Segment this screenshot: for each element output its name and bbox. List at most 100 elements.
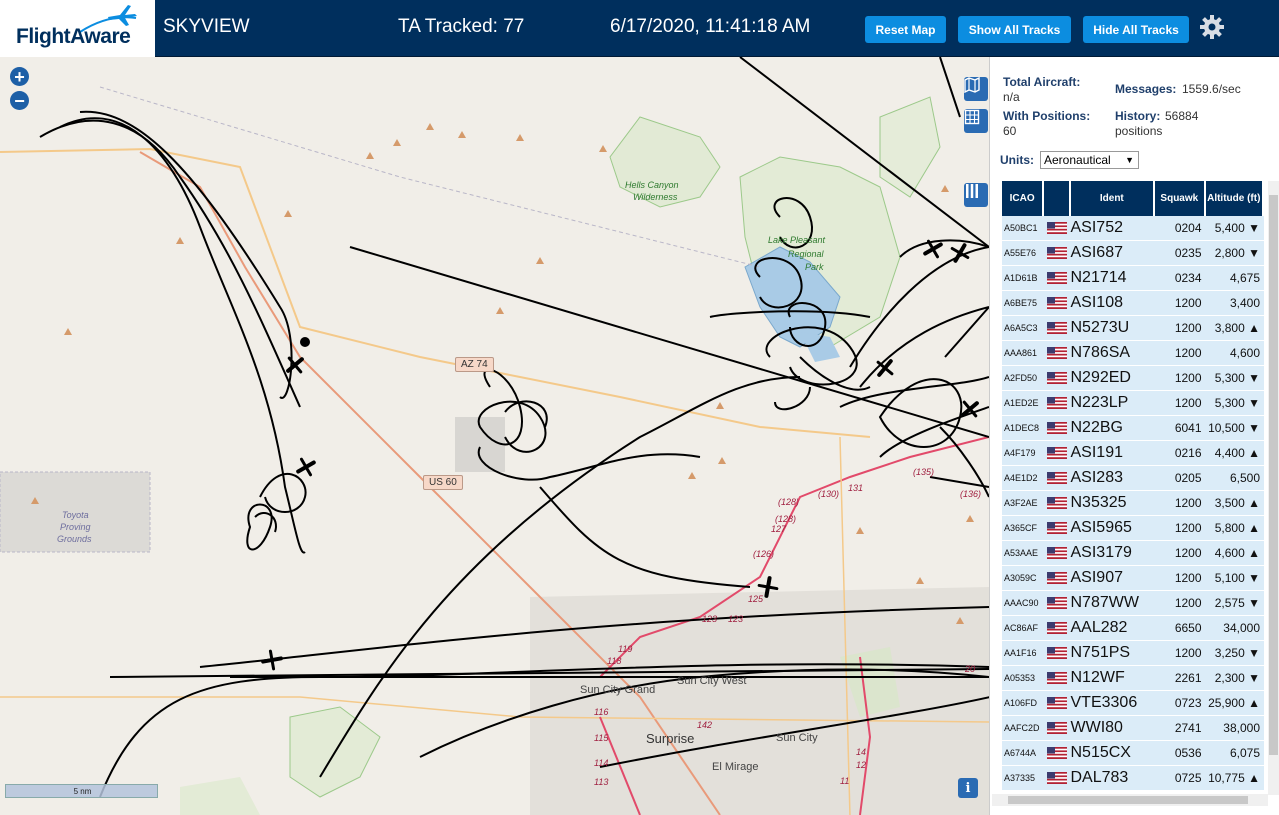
table-row[interactable]: A2FD50 N292ED 1200 5,300 ▼ [1002,366,1264,391]
map-grid-button[interactable] [964,109,988,133]
flag-cell [1044,491,1071,516]
table-row[interactable]: AAFC2D WWI80 2741 38,000 [1002,716,1264,741]
altitude-cell: 25,900 ▲ [1205,691,1264,716]
zoom-out-button[interactable]: − [10,91,29,110]
scrollbar-thumb[interactable] [1269,195,1278,755]
squawk-cell: 0235 [1155,241,1206,266]
column-toggle-button[interactable] [964,183,988,207]
flag-cell [1044,516,1071,541]
us-flag-icon [1047,396,1068,409]
flag-cell [1044,541,1071,566]
us-flag-icon [1047,596,1068,609]
table-row[interactable]: A4E1D2 ASI283 0205 6,500 [1002,466,1264,491]
flag-cell [1044,616,1071,641]
road-number: (126) [753,549,775,559]
logo-plane-icon [108,5,137,26]
flag-cell [1044,291,1071,316]
aircraft-panel: Total Aircraft: n/a Messages: 1559.6/sec… [989,57,1279,815]
altitude-cell: 10,500 ▼ [1205,416,1264,441]
table-row[interactable]: AAA861 N786SA 1200 4,600 [1002,341,1264,366]
aircraft-table-container[interactable]: ICAO Ident Squawk Altitude (ft) A50BC1 AS… [1002,181,1266,795]
total-aircraft-label: Total Aircraft: [1003,75,1081,89]
altitude-cell: 5,800 ▲ [1205,516,1264,541]
table-row[interactable]: A1ED2E N223LP 1200 5,300 ▼ [1002,391,1264,416]
us-flag-icon [1047,496,1068,509]
us-flag-icon [1047,671,1068,684]
altitude-cell: 4,600 ▲ [1205,541,1264,566]
show-all-tracks-button[interactable]: Show All Tracks [958,16,1071,43]
col-header-icao[interactable]: ICAO [1002,181,1045,216]
map-view[interactable]: Hells Canyon Wilderness Lake Pleasant Re… [0,57,989,815]
map-canvas[interactable] [0,57,989,815]
gear-icon[interactable] [1199,14,1225,40]
table-row[interactable]: A6A5C3 N5273U 1200 3,800 ▲ [1002,316,1264,341]
table-row[interactable]: A55E76 ASI687 0235 2,800 ▼ [1002,241,1264,266]
road-number: 116 [594,707,609,717]
squawk-cell: 2741 [1155,716,1206,741]
table-row[interactable]: A37335 DAL783 0725 10,775 ▲ [1002,766,1264,791]
vertical-scrollbar[interactable] [1268,181,1279,795]
us-flag-icon [1047,271,1068,284]
table-row[interactable]: A3059C ASI907 1200 5,100 ▼ [1002,566,1264,591]
squawk-cell: 0205 [1155,466,1206,491]
table-row[interactable]: AA1F16 N751PS 1200 3,250 ▼ [1002,641,1264,666]
icao-cell: A53AAE [1002,541,1045,566]
zoom-in-button[interactable]: + [10,67,29,86]
road-number: 115 [594,733,609,743]
us-flag-icon [1047,571,1068,584]
map-layers-button[interactable] [964,77,988,101]
col-header-altitude[interactable]: Altitude (ft) [1205,181,1264,216]
col-header-ident[interactable]: Ident [1070,181,1156,216]
altitude-cell: 10,775 ▲ [1205,766,1264,791]
table-row[interactable]: A6744A N515CX 0536 6,075 [1002,741,1264,766]
ident-cell: N21714 [1070,266,1156,291]
map-label-grounds: Grounds [57,534,92,544]
altitude-cell: 3,250 ▼ [1205,641,1264,666]
squawk-cell: 0216 [1155,441,1206,466]
map-label-sun-city-west: Sun City West [677,675,747,687]
road-number: 131 [848,483,864,493]
icao-cell: A4F179 [1002,441,1045,466]
altitude-cell: 5,300 ▼ [1205,391,1264,416]
table-row[interactable]: A6BE75 ASI108 1200 3,400 [1002,291,1264,316]
table-row[interactable]: A50BC1 ASI752 0204 5,400 ▼ [1002,216,1264,241]
squawk-cell: 1200 [1155,291,1206,316]
info-button[interactable]: i [958,778,978,798]
flag-cell [1044,716,1071,741]
total-aircraft-value: n/a [1003,90,1020,104]
columns-icon [966,184,978,198]
col-header-squawk[interactable]: Squawk [1155,181,1206,216]
road-number: (128) [778,497,800,507]
table-row[interactable]: A106FD VTE3306 0723 25,900 ▲ [1002,691,1264,716]
squawk-cell: 1200 [1155,316,1206,341]
altitude-cell: 38,000 [1205,716,1264,741]
reset-map-button[interactable]: Reset Map [865,16,946,43]
table-row[interactable]: A1D61B N21714 0234 4,675 [1002,266,1264,291]
tracked-count: TA Tracked: 77 [398,16,525,37]
ident-cell: VTE3306 [1070,691,1156,716]
aircraft-marker-dot [300,337,310,347]
col-header-flag[interactable] [1044,181,1071,216]
table-row[interactable]: A4F179 ASI191 0216 4,400 ▲ [1002,441,1264,466]
history-unit: positions [1115,124,1163,138]
ident-cell: ASI283 [1070,466,1156,491]
us-flag-icon [1047,721,1068,734]
icao-cell: A50BC1 [1002,216,1045,241]
squawk-cell: 0725 [1155,766,1206,791]
table-row[interactable]: A365CF ASI5965 1200 5,800 ▲ [1002,516,1264,541]
units-select[interactable]: Aeronautical ▼ [1040,151,1139,169]
scrollbar-thumb[interactable] [1008,796,1248,804]
flightaware-logo[interactable]: FlightAware [0,0,155,57]
table-row[interactable]: A53AAE ASI3179 1200 4,600 ▲ [1002,541,1264,566]
with-positions-label: With Positions: [1003,109,1091,123]
table-row[interactable]: AC86AF AAL282 6650 34,000 [1002,616,1264,641]
hide-all-tracks-button[interactable]: Hide All Tracks [1083,16,1189,43]
map-label-hells-canyon: Hells Canyon [625,180,679,190]
horizontal-scrollbar[interactable] [992,794,1268,806]
table-row[interactable]: A3F2AE N35325 1200 3,500 ▲ [1002,491,1264,516]
table-row[interactable]: A1DEC8 N22BG 6041 10,500 ▼ [1002,416,1264,441]
squawk-cell: 1200 [1155,341,1206,366]
table-row[interactable]: A05353 N12WF 2261 2,300 ▼ [1002,666,1264,691]
icao-cell: A6A5C3 [1002,316,1045,341]
table-row[interactable]: AAAC90 N787WW 1200 2,575 ▼ [1002,591,1264,616]
